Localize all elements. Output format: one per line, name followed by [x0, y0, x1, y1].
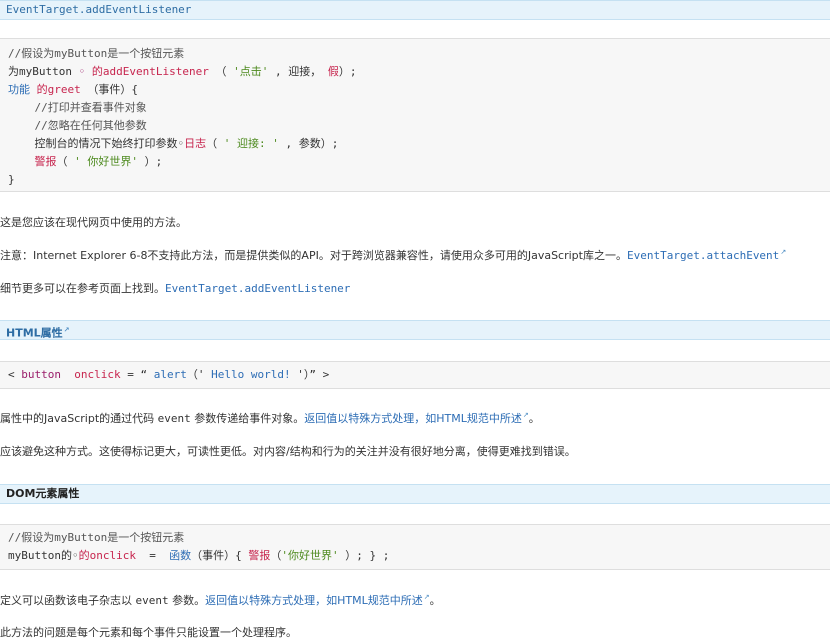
code-comment: //假设为myButton是一个按钮元素	[8, 531, 185, 544]
code-token: （	[208, 65, 234, 78]
code-line: 为myButton ◦ 的addEventListener （ '点击' , 迎…	[8, 63, 830, 81]
paragraph-text: 细节更多可以在参考页面上找到。	[0, 282, 165, 295]
code-token: ）;	[138, 155, 163, 168]
code-comment: //忽略在任何其他参数	[8, 119, 147, 132]
code-token: （	[270, 549, 282, 562]
return-value-link[interactable]: 返回值以特殊方式处理，如HTML规范中所述	[304, 412, 522, 425]
paragraph-text: 。	[429, 594, 441, 607]
section-header-addeventlistener[interactable]: EventTarget.addEventListener	[0, 0, 830, 20]
code-token: 函数	[169, 549, 192, 562]
code-token: ' 迎接: '	[223, 137, 279, 150]
code-token: ）;	[338, 65, 357, 78]
code-token: '）” >	[297, 368, 330, 381]
code-token: 假	[327, 65, 339, 78]
code-token: button	[21, 368, 61, 381]
section-title: HTML属性	[6, 326, 63, 340]
code-line: 控制台的情况下始终打印参数◦日志（ ' 迎接: ' , 参数）;	[8, 135, 830, 153]
code-token: （	[56, 155, 75, 168]
code-line: < button onclick = “ alert（' Hello world…	[8, 366, 830, 384]
external-link-icon: ↗	[780, 248, 787, 257]
code-token: ）; } ;	[338, 549, 390, 562]
paragraph-define-function: 定义可以函数该电子杂志以 event 参数。返回值以特殊方式处理，如HTML规范…	[0, 592, 441, 608]
paragraph-avoid: 应该避免这种方式。这使得标记更大，可读性更低。对内容/结构和行为的关注并没有很好…	[0, 445, 576, 458]
paragraph-text: 。	[528, 412, 540, 425]
paragraph-details: 细节更多可以在参考页面上找到。EventTarget.addEventListe…	[0, 280, 350, 296]
code-token: , 参数）;	[278, 137, 339, 150]
paragraph-event-object: 属性中的JavaScript的通过代码 event 参数传递给事件对象。返回值以…	[0, 410, 540, 426]
return-value-link[interactable]: 返回值以特殊方式处理，如HTML规范中所述	[205, 594, 423, 607]
code-token: =	[135, 549, 170, 562]
section-header-html-attribute: HTML属性↗	[0, 320, 830, 340]
code-token: , 迎接，	[268, 65, 328, 78]
attachevent-link[interactable]: EventTarget.attachEvent	[627, 249, 779, 262]
code-token: Hello world!	[211, 368, 298, 381]
code-block-addeventlistener: //假设为myButton是一个按钮元素 为myButton ◦ 的addEve…	[0, 38, 830, 192]
code-token: 功能	[8, 83, 37, 96]
code-token: ◦	[71, 65, 92, 78]
paragraph-modern-method: 这是您应该在现代网页中使用的方法。	[0, 216, 187, 229]
code-line: 警报（ ' 你好世界' ）;	[8, 153, 830, 171]
code-token: myButton的◦	[8, 549, 79, 562]
code-line: 功能 的greet （事件）{	[8, 81, 830, 99]
code-token: alert	[153, 368, 187, 381]
paragraph-text: 参数。	[168, 594, 206, 607]
paragraph-text: 参数传递给事件对象。	[190, 412, 305, 425]
code-token: （事件）{	[191, 549, 249, 562]
paragraph-text: 定义可以函数该电子杂志以	[0, 594, 136, 607]
code-token: （事件）{	[80, 83, 138, 96]
code-line: }	[8, 173, 15, 186]
code-token: 日志	[184, 137, 207, 150]
code-token: 的greet	[36, 83, 81, 96]
code-block-dom-property: //假设为myButton是一个按钮元素 myButton的◦的onclick …	[0, 524, 830, 570]
code-token: 的onclick	[78, 549, 136, 562]
header-link[interactable]: EventTarget.addEventListener	[6, 3, 191, 16]
section-title: DOM元素属性	[6, 487, 80, 500]
code-token: '点击'	[233, 65, 269, 78]
code-token: ' 你好世界'	[74, 155, 138, 168]
code-comment: //打印并查看事件对象	[8, 101, 147, 114]
code-token: 控制台的情况下始终打印参数◦	[8, 137, 185, 150]
external-link-icon: ↗	[63, 326, 70, 334]
code-token: （'	[186, 368, 212, 381]
paragraph-ie-note: 注意：Internet Explorer 6-8不支持此方法，而是提供类似的AP…	[0, 247, 786, 263]
paragraph-text: 属性中的JavaScript的通过代码	[0, 412, 158, 425]
code-token: onclick	[61, 368, 121, 381]
inline-code: event	[157, 412, 191, 425]
code-token: 警报	[248, 549, 271, 562]
code-token: <	[8, 368, 22, 381]
code-token: = “	[120, 368, 154, 381]
code-token: 为myButton	[8, 65, 72, 78]
code-token: '你好世界'	[281, 549, 339, 562]
code-token: 警报	[34, 155, 57, 168]
section-header-dom-property: DOM元素属性	[0, 484, 830, 504]
code-comment: //假设为myButton是一个按钮元素	[8, 47, 185, 60]
inline-code: event	[135, 594, 169, 607]
code-token: （	[206, 137, 224, 150]
code-block-html-attribute: < button onclick = “ alert（' Hello world…	[0, 361, 830, 389]
code-token: 的addEventListener	[91, 65, 209, 78]
addeventlistener-link[interactable]: EventTarget.addEventListener	[165, 282, 350, 295]
code-line: myButton的◦的onclick = 函数（事件）{ 警报（'你好世界' ）…	[8, 547, 830, 565]
paragraph-text: 注意：Internet Explorer 6-8不支持此方法，而是提供类似的AP…	[0, 249, 627, 262]
paragraph-one-handler: 此方法的问题是每个元素和每个事件只能设置一个处理程序。	[0, 626, 297, 639]
